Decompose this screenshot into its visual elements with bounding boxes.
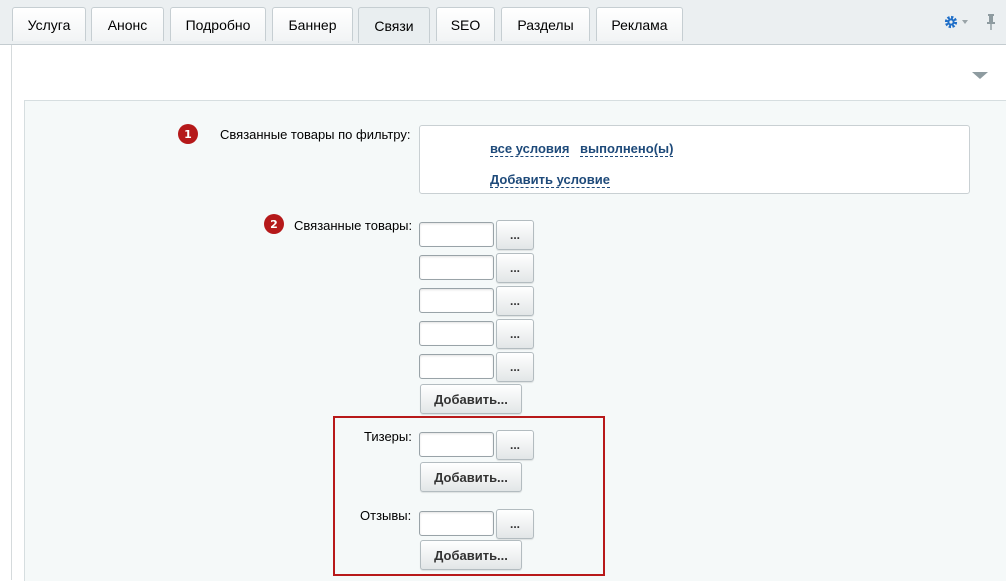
review-input[interactable] — [419, 511, 494, 536]
related-product-input-2[interactable] — [419, 255, 494, 280]
chevron-down-icon[interactable] — [962, 20, 968, 24]
add-related-product-button[interactable]: Добавить... — [420, 384, 522, 414]
related-product-input-3[interactable] — [419, 288, 494, 313]
related-product-pick-button-3[interactable]: ... — [496, 286, 534, 316]
related-product-pick-button-2[interactable]: ... — [496, 253, 534, 283]
add-condition-link[interactable]: Добавить условие — [490, 172, 610, 188]
reviews-label: Отзывы: — [360, 508, 412, 523]
related-product-pick-button-1[interactable]: ... — [496, 220, 534, 250]
pin-icon[interactable] — [986, 14, 996, 30]
related-product-input-5[interactable] — [419, 354, 494, 379]
review-pick-button[interactable]: ... — [496, 509, 534, 539]
tab-details[interactable]: Подробно — [170, 7, 266, 41]
tab-advertising[interactable]: Реклама — [596, 7, 683, 41]
tab-bar: Услуга Анонс Подробно Баннер Связи SEO Р… — [0, 0, 1006, 45]
related-product-pick-button-5[interactable]: ... — [496, 352, 534, 382]
tab-banner[interactable]: Баннер — [272, 7, 353, 41]
tab-sections[interactable]: Разделы — [501, 7, 590, 41]
step-badge-2: 2 — [264, 214, 284, 234]
teaser-input[interactable] — [419, 432, 494, 457]
add-teaser-button[interactable]: Добавить... — [420, 462, 522, 492]
all-conditions-link[interactable]: все условия — [490, 141, 570, 157]
collapse-arrow-icon[interactable] — [972, 72, 988, 79]
fulfilled-link[interactable]: выполнено(ы) — [580, 141, 674, 157]
tab-announce[interactable]: Анонс — [91, 7, 164, 41]
tab-links[interactable]: Связи — [358, 7, 430, 43]
step-badge-1: 1 — [178, 124, 198, 144]
tab-service[interactable]: Услуга — [12, 7, 86, 41]
teasers-label: Тизеры: — [364, 429, 412, 444]
tab-seo[interactable]: SEO — [436, 7, 495, 41]
related-product-input-4[interactable] — [419, 321, 494, 346]
add-review-button[interactable]: Добавить... — [420, 540, 522, 570]
related-product-input-1[interactable] — [419, 222, 494, 247]
filter-label: Связанные товары по фильтру: — [220, 127, 411, 142]
teaser-pick-button[interactable]: ... — [496, 430, 534, 460]
related-products-label: Связанные товары: — [294, 218, 413, 233]
related-product-pick-button-4[interactable]: ... — [496, 319, 534, 349]
gear-icon[interactable] — [944, 15, 958, 29]
